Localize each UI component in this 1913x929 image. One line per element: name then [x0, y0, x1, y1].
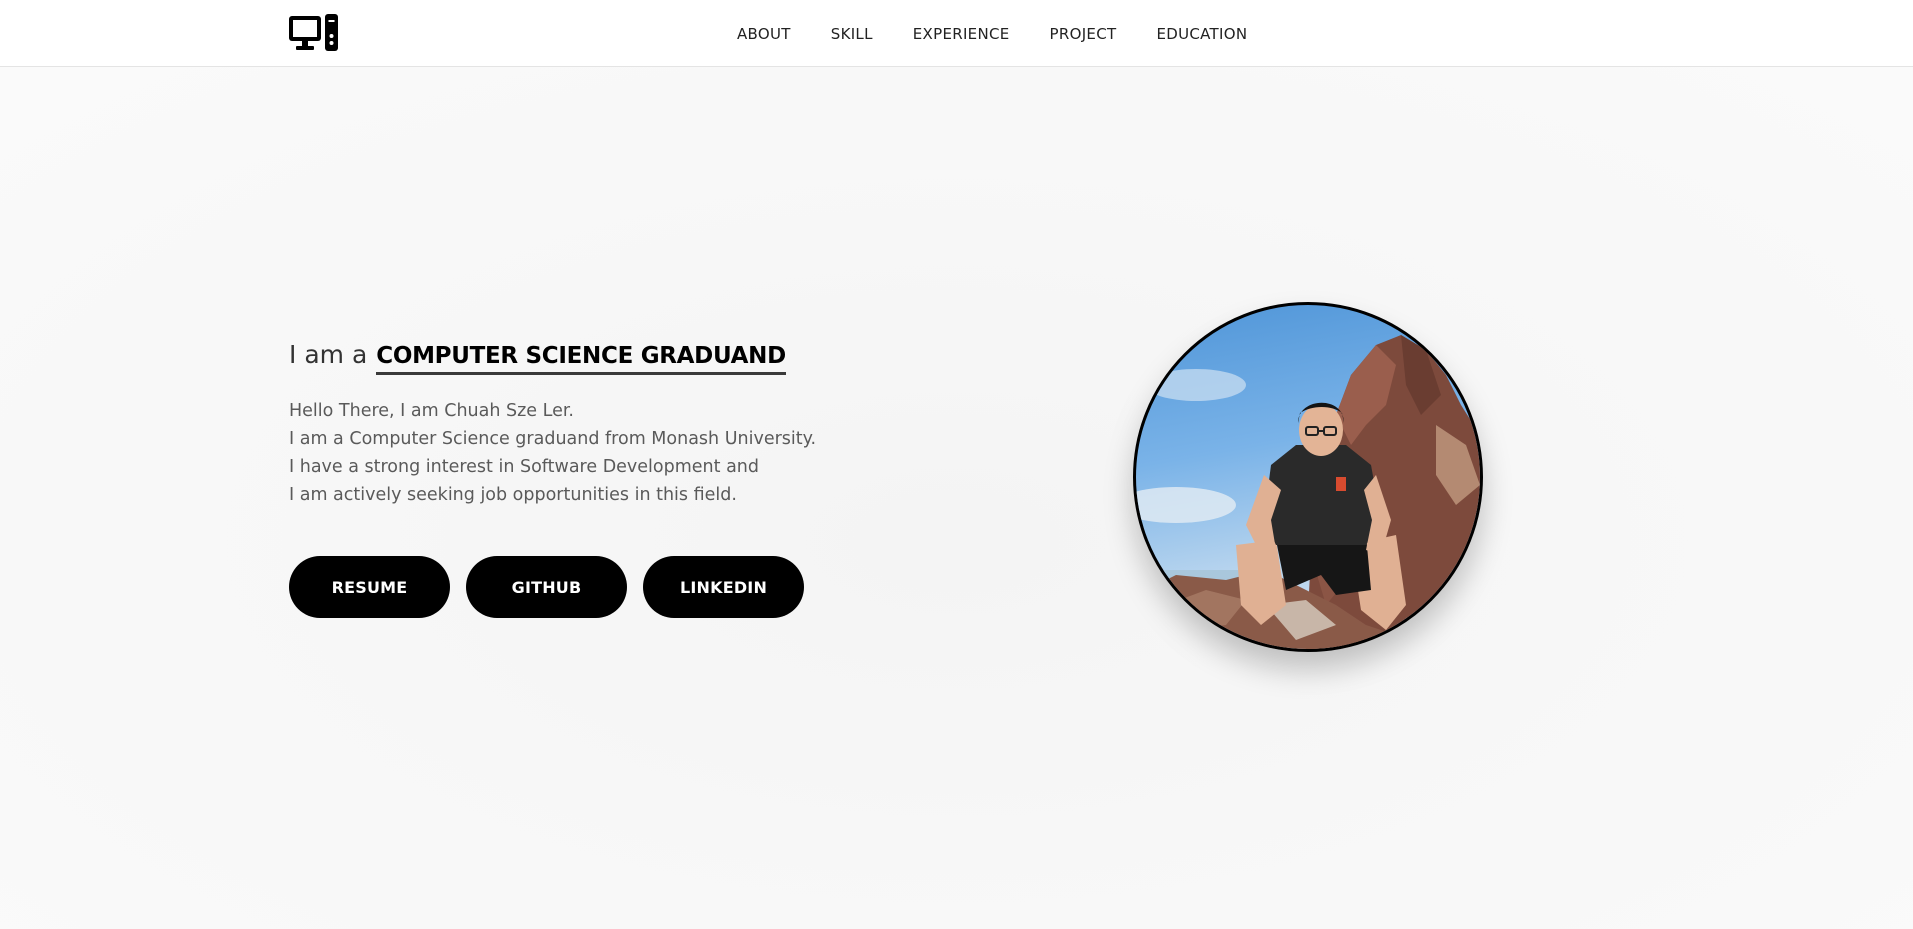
- navbar: ABOUT SKILL EXPERIENCE PROJECT EDUCATION: [0, 0, 1913, 67]
- main-nav: ABOUT SKILL EXPERIENCE PROJECT EDUCATION: [737, 0, 1247, 67]
- nav-link-project[interactable]: PROJECT: [1050, 25, 1117, 43]
- nav-link-education[interactable]: EDUCATION: [1156, 25, 1247, 43]
- nav-link-about[interactable]: ABOUT: [737, 25, 791, 43]
- intro-text: Hello There, I am Chuah Sze Ler. I am a …: [289, 397, 816, 509]
- desktop-computer-icon[interactable]: [289, 14, 339, 52]
- cta-buttons: RESUME GITHUB LINKEDIN: [289, 556, 804, 618]
- intro-line: I am actively seeking job opportunities …: [289, 485, 737, 505]
- profile-photo: [1133, 302, 1483, 652]
- github-button[interactable]: GITHUB: [466, 556, 627, 618]
- resume-button[interactable]: RESUME: [289, 556, 450, 618]
- nav-link-skill[interactable]: SKILL: [831, 25, 873, 43]
- hero-headline: I am a COMPUTER SCIENCE GRADUAND: [289, 340, 786, 375]
- headline-prefix: I am a: [289, 340, 368, 369]
- intro-line: I have a strong interest in Software Dev…: [289, 457, 759, 477]
- intro-line: Hello There, I am Chuah Sze Ler.: [289, 401, 574, 421]
- intro-line: I am a Computer Science graduand from Mo…: [289, 429, 817, 449]
- nav-link-experience[interactable]: EXPERIENCE: [913, 25, 1010, 43]
- linkedin-button[interactable]: LINKEDIN: [643, 556, 804, 618]
- headline-role: COMPUTER SCIENCE GRADUAND: [376, 343, 786, 375]
- hero-section: [0, 67, 1913, 929]
